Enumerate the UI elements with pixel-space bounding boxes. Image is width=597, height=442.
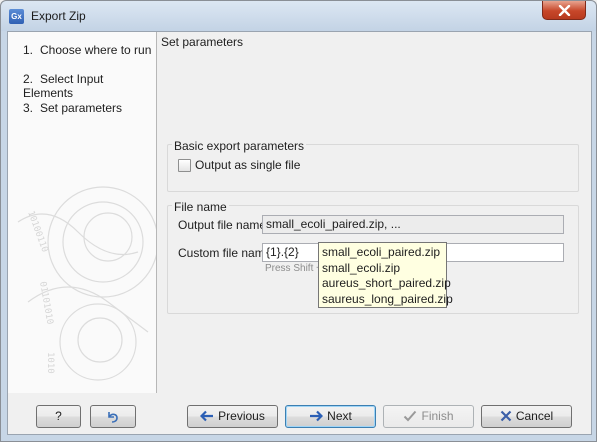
preview-item: small_ecoli.zip xyxy=(322,260,401,275)
step-label: Choose where to run xyxy=(40,43,152,57)
svg-text:10100110: 10100110 xyxy=(25,210,49,254)
cancel-button[interactable]: Cancel xyxy=(481,405,572,428)
output-single-file-label[interactable]: Output as single file xyxy=(195,158,300,172)
app-icon: Gx xyxy=(9,9,24,24)
export-zip-dialog: Gx Export Zip 1. Choose where to run 2. Se… xyxy=(0,0,597,442)
wizard-steps-sidebar: 1. Choose where to run 2. Select Input Ele… xyxy=(8,32,157,393)
step-select-input-elements: 2. Select Input Elements xyxy=(23,72,156,100)
previous-label: Previous xyxy=(218,409,265,423)
preview-item: saureus_long_paired.zip xyxy=(322,291,453,306)
parameters-panel: Set parameters Basic export parameters O… xyxy=(157,32,591,393)
file-name-preview-tooltip: small_ecoli_paired.zip small_ecoli.zip a… xyxy=(318,242,453,308)
svg-text:1010: 1010 xyxy=(45,352,55,374)
cancel-label: Cancel xyxy=(515,409,554,423)
window-title: Export Zip xyxy=(31,9,86,23)
finish-button[interactable]: Finish xyxy=(383,405,474,428)
step-set-parameters: 3. Set parameters xyxy=(23,101,122,115)
next-label: Next xyxy=(327,409,352,423)
step-number: 3. xyxy=(23,101,34,115)
checkmark-icon xyxy=(404,410,417,422)
preview-item: aureus_short_paired.zip xyxy=(322,276,451,290)
reset-button[interactable] xyxy=(90,405,136,428)
step-number: 1. xyxy=(23,43,34,57)
arrow-left-icon xyxy=(200,410,214,422)
close-icon xyxy=(558,5,571,16)
file-name-group-label: File name xyxy=(172,200,229,214)
output-file-name-label: Output file name xyxy=(178,218,267,232)
step-label: Set parameters xyxy=(40,101,123,115)
window-close-button[interactable] xyxy=(542,1,586,20)
output-file-name-field: small_ecoli_paired.zip, ... xyxy=(262,215,564,234)
next-button[interactable]: Next xyxy=(285,405,376,428)
help-button[interactable]: ? xyxy=(36,405,81,428)
arrow-right-icon xyxy=(310,410,324,422)
panel-title: Set parameters xyxy=(161,35,244,49)
basic-export-parameters-label: Basic export parameters xyxy=(172,139,307,153)
preview-item: small_ecoli_paired.zip xyxy=(322,245,441,259)
previous-button[interactable]: Previous xyxy=(187,405,278,428)
output-single-file-checkbox[interactable] xyxy=(178,159,191,172)
custom-file-name-label: Custom file name xyxy=(178,246,272,260)
basic-export-parameters-group: Basic export parameters Output as single… xyxy=(167,139,579,192)
undo-arrow-icon xyxy=(108,411,118,423)
title-bar[interactable]: Gx Export Zip xyxy=(1,1,596,31)
cancel-x-icon xyxy=(500,410,512,422)
decorative-swirl-graphic: 10100110 01101010 1010 xyxy=(17,186,156,381)
finish-label: Finish xyxy=(421,409,454,423)
step-number: 2. xyxy=(23,72,34,86)
dialog-body: 1. Choose where to run 2. Select Input Ele… xyxy=(7,31,592,435)
step-choose-where-to-run: 1. Choose where to run xyxy=(23,43,151,57)
svg-text:01101010: 01101010 xyxy=(37,281,54,325)
